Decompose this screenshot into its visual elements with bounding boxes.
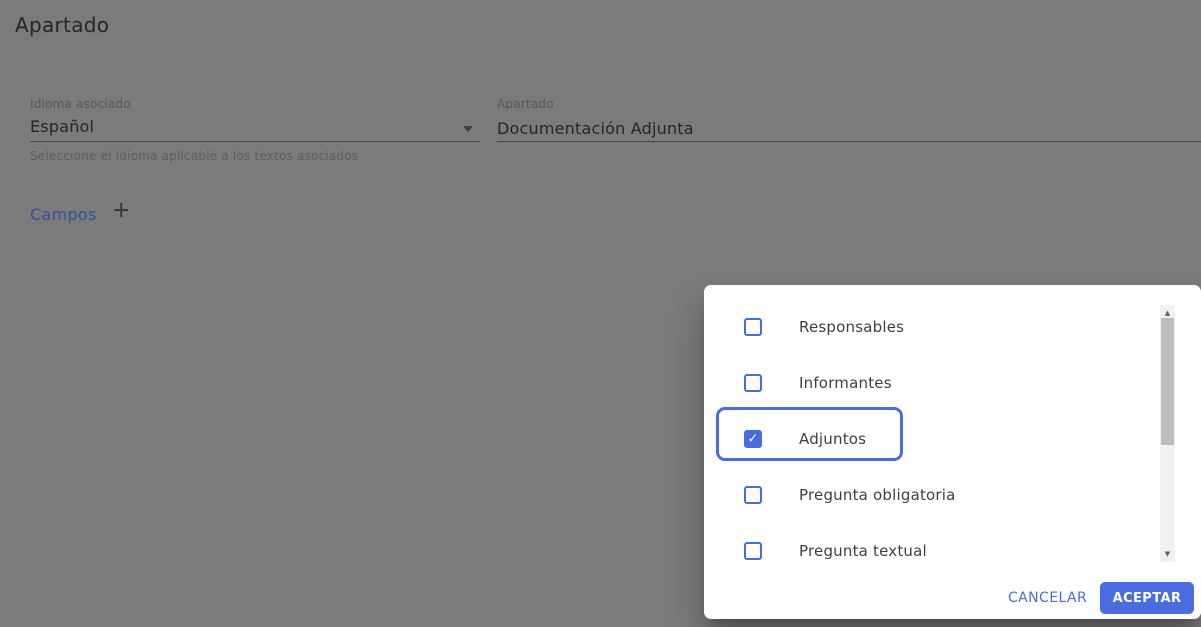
option-label: Pregunta obligatoria xyxy=(799,486,956,504)
language-select-value: Español xyxy=(30,117,94,136)
option-row-informantes[interactable]: Informantes xyxy=(704,355,1134,411)
option-row-pregunta-obligatoria[interactable]: Pregunta obligatoria xyxy=(704,467,1134,523)
checkbox-unchecked-icon[interactable] xyxy=(744,542,762,560)
option-label: Pregunta textual xyxy=(799,542,927,560)
campos-link[interactable]: Campos xyxy=(30,205,97,224)
field-options-dialog: Responsables Informantes ✓ Adjuntos Preg… xyxy=(704,285,1201,619)
cancel-button[interactable]: CANCELAR xyxy=(994,581,1101,614)
option-label: Informantes xyxy=(799,374,892,392)
section-field-underline xyxy=(497,141,1201,142)
accept-button[interactable]: ACEPTAR xyxy=(1100,582,1194,614)
language-select[interactable]: Español xyxy=(30,114,480,142)
checkbox-unchecked-icon[interactable] xyxy=(744,318,762,336)
language-field-helper: Seleccione el idioma aplicable a los tex… xyxy=(30,149,358,163)
checkbox-unchecked-icon[interactable] xyxy=(744,374,762,392)
option-row-adjuntos[interactable]: ✓ Adjuntos xyxy=(704,411,1134,467)
checkbox-unchecked-icon[interactable] xyxy=(744,486,762,504)
dropdown-arrow-icon[interactable] xyxy=(463,126,473,132)
section-field-input[interactable] xyxy=(497,116,1177,140)
checkbox-checked-icon[interactable]: ✓ xyxy=(744,430,762,448)
dialog-scrollbar[interactable]: ▲ ▼ xyxy=(1160,305,1175,562)
option-label: Adjuntos xyxy=(799,430,866,448)
scroll-down-icon[interactable]: ▼ xyxy=(1160,548,1175,560)
add-campo-icon[interactable]: + xyxy=(112,200,130,222)
section-field-label: Apartado xyxy=(497,97,554,111)
check-icon: ✓ xyxy=(748,432,759,445)
page-title: Apartado xyxy=(15,13,109,37)
language-field-label: Idioma asociado xyxy=(30,97,131,111)
option-row-pregunta-textual[interactable]: Pregunta textual xyxy=(704,523,1134,579)
option-row-responsables[interactable]: Responsables xyxy=(704,299,1134,355)
language-field-underline xyxy=(30,141,480,142)
option-label: Responsables xyxy=(799,318,904,336)
scrollbar-thumb[interactable] xyxy=(1161,318,1174,445)
